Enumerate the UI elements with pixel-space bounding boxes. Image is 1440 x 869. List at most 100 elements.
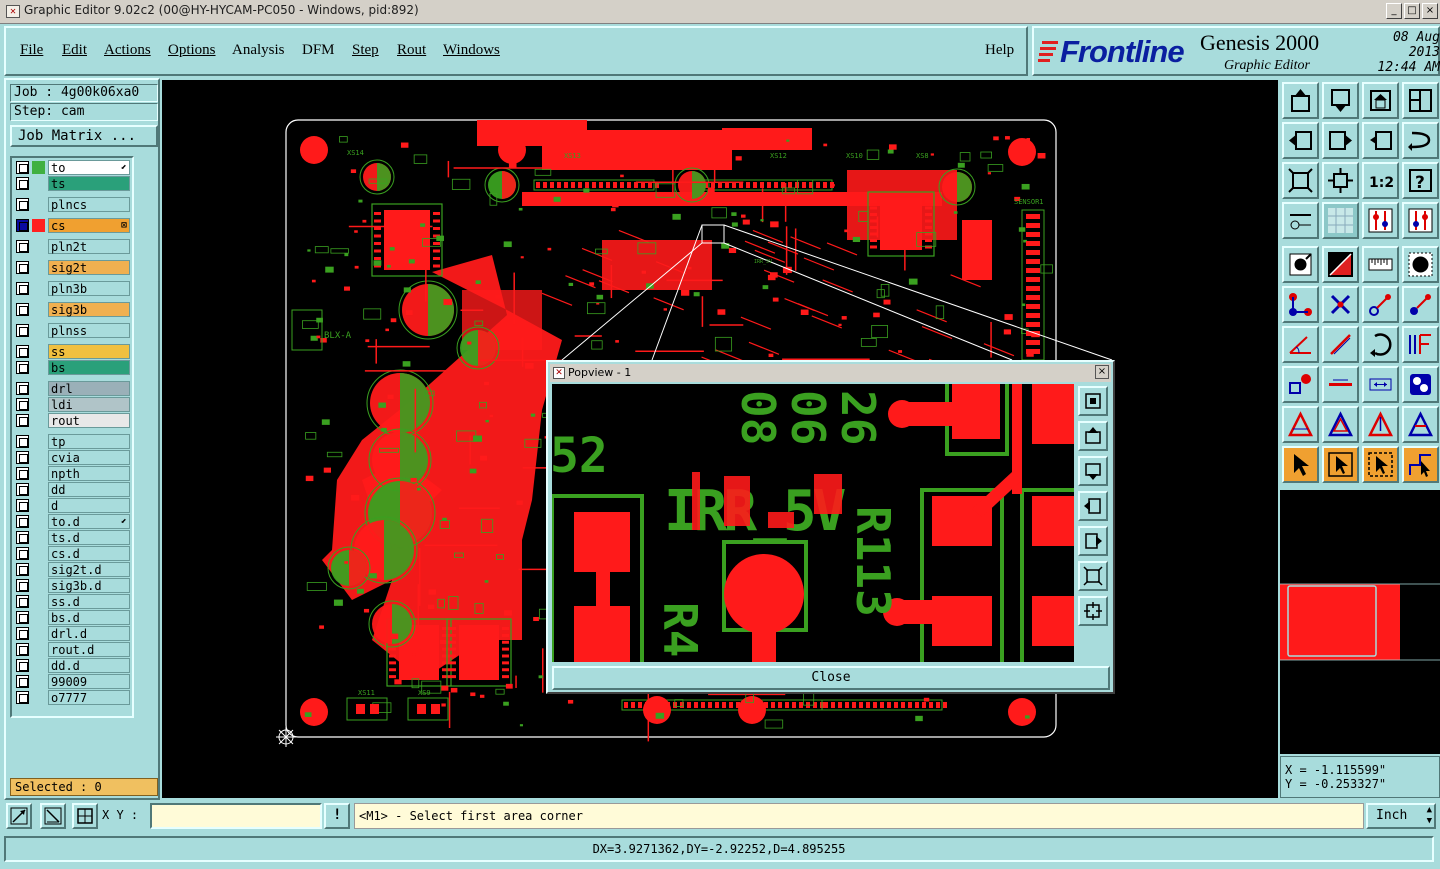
layer-name[interactable]: tp — [48, 434, 130, 449]
layer-checkbox[interactable] — [16, 382, 29, 395]
layer-checkbox[interactable] — [16, 398, 29, 411]
net-connect-tool-button[interactable] — [1282, 286, 1319, 323]
line-red-tool-button[interactable] — [1322, 246, 1359, 283]
drc-b-tool-button[interactable] — [1402, 202, 1439, 239]
layer-checkbox[interactable] — [16, 579, 29, 592]
overview-preview[interactable] — [1280, 490, 1440, 754]
home-tool-button[interactable] — [1362, 82, 1399, 119]
layer-checkbox[interactable] — [16, 198, 29, 211]
layer-checkbox[interactable] — [16, 467, 29, 480]
scale-1-2-tool-button[interactable]: 1:2 — [1362, 162, 1399, 199]
layer-row-cs-d[interactable]: cs.d — [14, 546, 132, 561]
layer-name[interactable]: bs.d — [48, 610, 130, 625]
menu-help[interactable]: Help — [985, 42, 1014, 59]
popview-close-x-button[interactable]: × — [1095, 365, 1109, 379]
snap-button[interactable] — [6, 803, 32, 829]
layer-checkbox[interactable] — [16, 451, 29, 464]
popview-zoom-out-button[interactable] — [1078, 561, 1108, 591]
layer-checkbox[interactable] — [16, 261, 29, 274]
close-button[interactable]: × — [1422, 3, 1438, 19]
layer-row-ts-d[interactable]: ts.d — [14, 530, 132, 545]
pan-right-tool-button[interactable] — [1322, 122, 1359, 159]
layer-checkbox[interactable] — [16, 177, 29, 190]
layer-name[interactable]: rout.d — [48, 642, 130, 657]
pan-left-tool-button[interactable] — [1282, 122, 1319, 159]
layer-row-to-d[interactable]: to.d ⬋ — [14, 514, 132, 529]
select-route-tool-button[interactable] — [1402, 446, 1439, 483]
layer-name[interactable]: to.d ⬋ — [48, 514, 130, 529]
layer-checkbox[interactable] — [16, 675, 29, 688]
layer-name[interactable]: 99009 — [48, 674, 130, 689]
minimize-button[interactable]: _ — [1386, 3, 1402, 19]
triangle-a-tool-button[interactable] — [1282, 406, 1319, 443]
cross-delete-tool-button[interactable] — [1322, 286, 1359, 323]
popview-zoom-in-button[interactable] — [1078, 596, 1108, 626]
xy-input[interactable] — [150, 803, 322, 829]
layer-name[interactable]: cs.d — [48, 546, 130, 561]
slot-tool-button[interactable] — [1322, 366, 1359, 403]
layer-row-pln3b[interactable]: pln3b — [14, 281, 132, 296]
grid-button[interactable] — [72, 803, 98, 829]
angle-tool-button[interactable] — [1282, 326, 1319, 363]
layer-name[interactable]: pln3b — [48, 281, 130, 296]
layer-row-plncs[interactable]: plncs — [14, 197, 132, 212]
select-box-tool-button[interactable] — [1322, 446, 1359, 483]
layer-row-rout-d[interactable]: rout.d — [14, 642, 132, 657]
layer-row-dd-d[interactable]: dd.d — [14, 658, 132, 673]
layer-row-ldi[interactable]: ldi — [14, 397, 132, 412]
undo-view-tool-button[interactable] — [1362, 122, 1399, 159]
layer-row-dd[interactable]: dd — [14, 482, 132, 497]
layer-row-sig2t[interactable]: sig2t — [14, 260, 132, 275]
menu-analysis[interactable]: Analysis — [232, 42, 285, 59]
layer-checkbox[interactable] — [16, 563, 29, 576]
measure-button[interactable] — [40, 803, 66, 829]
layer-row-cs[interactable]: cs ⊠ — [14, 218, 132, 233]
layer-row-to[interactable]: to ⬋ — [14, 160, 132, 175]
menu-rout[interactable]: Rout — [397, 42, 426, 59]
snap-mode-tool-button[interactable] — [1282, 202, 1319, 239]
layer-name[interactable]: sig2t.d — [48, 562, 130, 577]
maximize-button[interactable]: □ — [1404, 3, 1420, 19]
layer-checkbox[interactable] — [16, 324, 29, 337]
select-outline-tool-button[interactable] — [1362, 446, 1399, 483]
redo-view-tool-button[interactable] — [1402, 122, 1439, 159]
popview-pan-left-button[interactable] — [1078, 491, 1108, 521]
zoom-home-tool-button[interactable] — [1282, 162, 1319, 199]
popview-zoomed-view[interactable]: 52 IRR_5V R4 R113 08 06 26 — [552, 384, 1074, 662]
layer-checkbox[interactable] — [16, 643, 29, 656]
layer-name[interactable]: o7777 — [48, 690, 130, 705]
layer-row-sig3b-d[interactable]: sig3b.d — [14, 578, 132, 593]
layer-row-tp[interactable]: tp — [14, 434, 132, 449]
circle-pad-tool-button[interactable] — [1402, 246, 1439, 283]
popview-close-button[interactable]: Close — [552, 666, 1110, 690]
layer-checkbox[interactable] — [16, 483, 29, 496]
layer-name[interactable]: ss.d — [48, 594, 130, 609]
layer-name[interactable]: dd.d — [48, 658, 130, 673]
layer-name[interactable]: npth — [48, 466, 130, 481]
popview-canvas[interactable]: 52 IRR_5V R4 R113 08 06 26 — [552, 384, 1074, 662]
menu-step[interactable]: Step — [352, 42, 379, 59]
layer-checkbox[interactable] — [16, 303, 29, 316]
execute-button[interactable]: ! — [324, 803, 350, 829]
triangle-c-tool-button[interactable] — [1362, 406, 1399, 443]
layer-checkbox[interactable] — [16, 435, 29, 448]
layer-checkbox[interactable] — [16, 282, 29, 295]
layer-name[interactable]: drl.d — [48, 626, 130, 641]
bus-tool-button[interactable] — [1402, 326, 1439, 363]
layer-name[interactable]: rout — [48, 413, 130, 428]
layer-row-bs-d[interactable]: bs.d — [14, 610, 132, 625]
layer-row-99009[interactable]: 99009 — [14, 674, 132, 689]
layer-name[interactable]: bs — [48, 360, 130, 375]
layer-checkbox[interactable] — [16, 345, 29, 358]
layer-row-bs[interactable]: bs — [14, 360, 132, 375]
pad-outline-tool-button[interactable] — [1282, 366, 1319, 403]
layer-color-swatch[interactable] — [32, 161, 45, 174]
layer-checkbox[interactable] — [16, 595, 29, 608]
arc-tool-button[interactable] — [1362, 326, 1399, 363]
layer-checkbox[interactable] — [16, 531, 29, 544]
layer-name[interactable]: d — [48, 498, 130, 513]
layer-row-sig3b[interactable]: sig3b — [14, 302, 132, 317]
layer-name[interactable]: plncs — [48, 197, 130, 212]
layer-row-cvia[interactable]: cvia — [14, 450, 132, 465]
zoom-fit-tool-button[interactable] — [1322, 162, 1359, 199]
